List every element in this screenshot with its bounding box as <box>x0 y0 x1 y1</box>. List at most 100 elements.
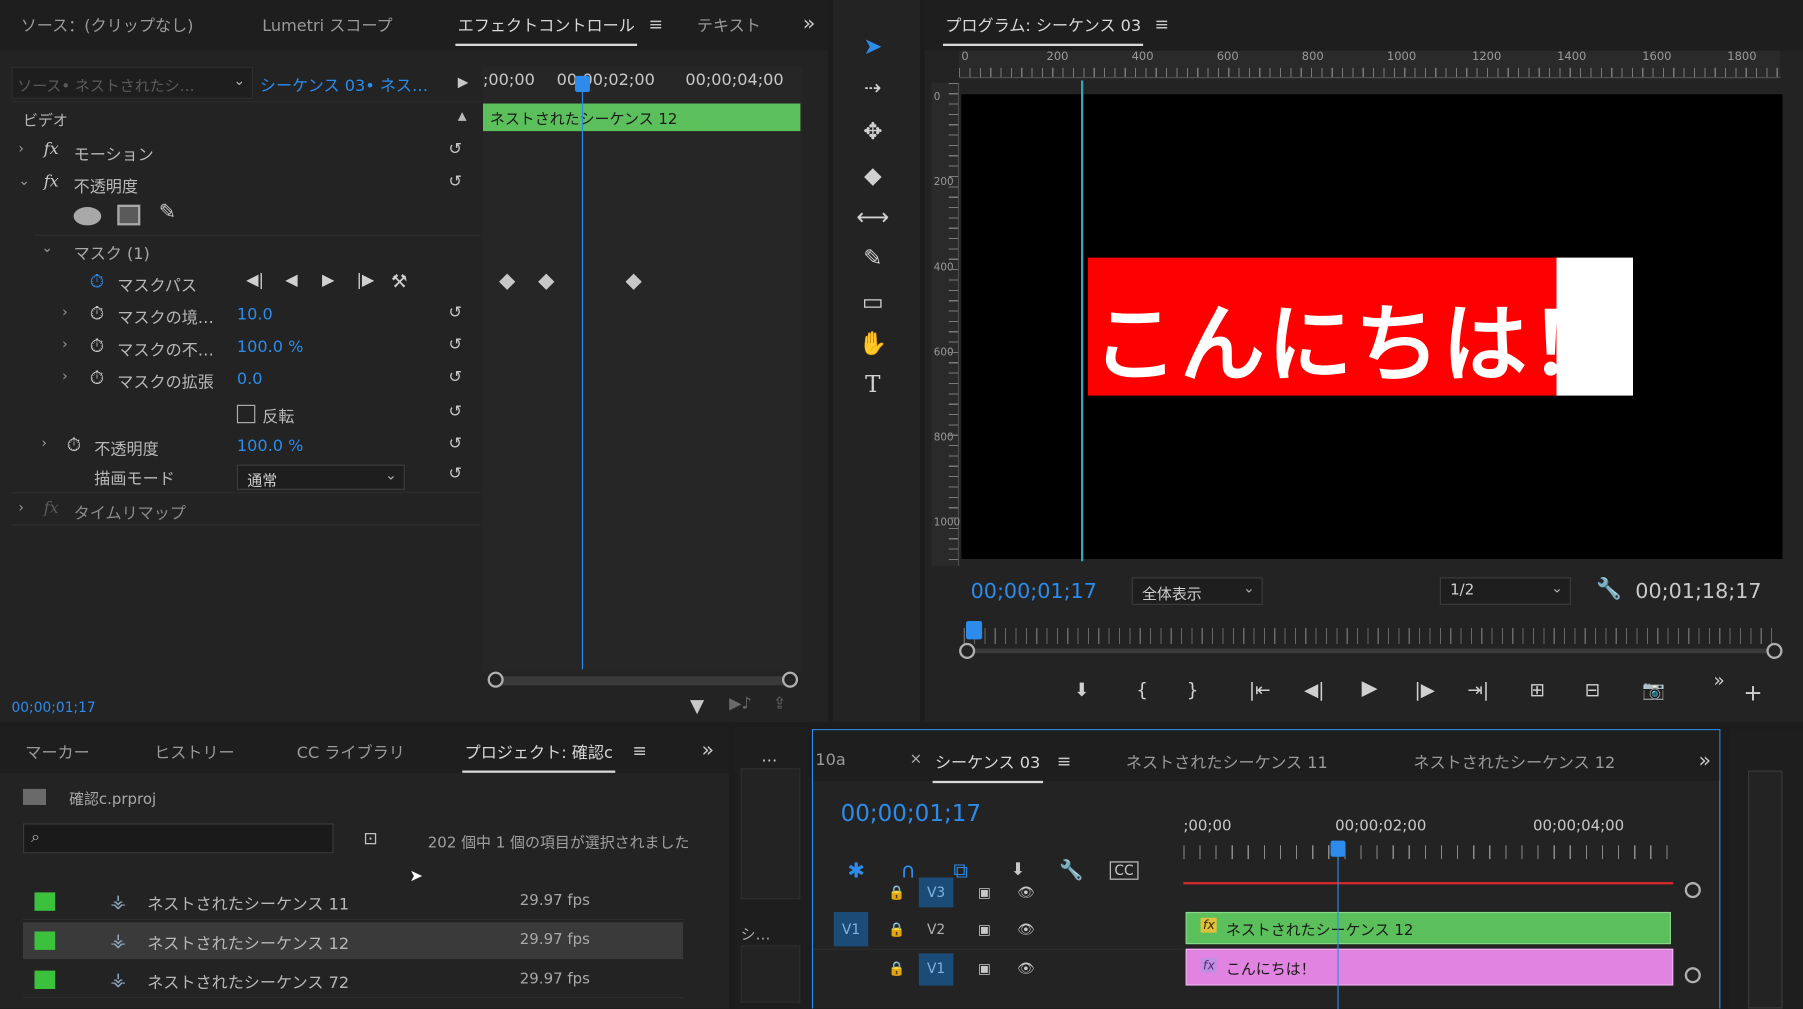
collapse-up-icon[interactable]: ▲ <box>458 110 467 123</box>
tab-nested-12[interactable]: ネストされたシーケンス 12 <box>1413 751 1615 774</box>
stopwatch-icon[interactable]: ⏱ <box>90 335 104 358</box>
program-title[interactable]: プログラム: シーケンス 03 <box>942 14 1144 46</box>
reset-icon[interactable]: ↺ <box>449 336 470 354</box>
stopwatch-icon[interactable]: ⏱ <box>67 434 81 457</box>
go-to-in-icon[interactable]: |⇤ <box>1249 679 1271 701</box>
chevron-down-icon[interactable]: ⌄ <box>41 239 53 255</box>
reset-icon[interactable]: ↺ <box>449 173 470 191</box>
zoom-handle-top[interactable] <box>1684 882 1701 899</box>
zoom-scrollbar[interactable] <box>959 642 1783 659</box>
timeline-playhead-handle[interactable] <box>1330 840 1346 857</box>
track-lock-icon[interactable]: 🔒 <box>880 877 915 907</box>
scrubber-playhead[interactable] <box>966 621 983 640</box>
effect-timeline-area[interactable]: ;00;00 00;00;02;00 00;00;04;00 ネストされたシーケ… <box>483 66 803 672</box>
mask-row[interactable]: ⌄ マスク (1) <box>12 237 481 269</box>
source-selector[interactable]: ソース• ネストされたシ… ⌄ <box>11 66 253 99</box>
mask-path-row[interactable]: ⏱ マスクパス ◀| ◀ ▶ |▶ ⚒ <box>12 269 481 301</box>
panel-menu-icon[interactable]: ≡ <box>633 741 647 762</box>
play-icon[interactable]: ▶ <box>1362 676 1378 700</box>
list-item[interactable]: ⚶ ネストされたシーケンス 12 29.97 fps <box>23 922 684 960</box>
hand-tool-icon[interactable]: ✋ <box>833 329 914 357</box>
stopwatch-icon[interactable]: ⏱ <box>90 270 104 293</box>
mask-expansion-row[interactable]: › ⏱ マスクの拡張 0.0 ↺ <box>12 366 481 398</box>
mask-feather-value[interactable]: 10.0 <box>237 306 273 324</box>
playhead-line[interactable] <box>581 80 584 670</box>
timeline-playhead-line[interactable] <box>1337 845 1339 1009</box>
step-forward-icon[interactable]: |▶ <box>1415 679 1435 701</box>
track-lock-icon[interactable]: 🔒 <box>880 914 915 944</box>
keyframe-marker[interactable] <box>538 273 555 290</box>
clip-nested-sequence-12[interactable]: fx ネストされたシーケンス 12 <box>1185 911 1671 945</box>
add-marker-icon[interactable]: ⬇ <box>1074 679 1089 701</box>
track-mask-wrench-icon[interactable]: ⚒ <box>391 270 407 292</box>
tab-lumetri-scope[interactable]: Lumetri スコープ <box>262 14 392 37</box>
panel-menu-icon[interactable]: ≡ <box>1155 14 1169 35</box>
reset-icon[interactable]: ↺ <box>449 304 470 322</box>
tab-cc-libraries[interactable]: CC ライブラリ <box>297 741 405 764</box>
label-color-swatch[interactable] <box>34 970 56 989</box>
chevron-right-icon[interactable]: › <box>18 140 24 156</box>
play-audio-icon[interactable]: ▶♪ <box>729 695 752 713</box>
captions-icon[interactable]: CC <box>1109 861 1139 880</box>
more-tabs-icon[interactable]: » <box>1699 749 1712 773</box>
track-target-v3[interactable]: V3 <box>918 877 954 908</box>
mark-in-icon[interactable]: { <box>1136 679 1148 701</box>
sync-lock-icon[interactable]: ▣ <box>967 953 1002 983</box>
go-to-out-icon[interactable]: ⇥| <box>1467 679 1489 701</box>
mask-opacity-row[interactable]: › ⏱ マスクの不… 100.0 % ↺ <box>12 334 481 366</box>
track-target-v1[interactable]: V1 <box>918 953 954 986</box>
close-icon[interactable]: × <box>910 751 923 768</box>
lift-icon[interactable]: ⊞ <box>1530 679 1545 701</box>
sync-lock-icon[interactable]: ▣ <box>967 914 1002 944</box>
track-select-tool-icon[interactable]: ⇢ <box>833 76 914 100</box>
export-icon[interactable]: ⇪ <box>773 695 786 713</box>
tab-markers[interactable]: マーカー <box>25 741 89 764</box>
reset-icon[interactable]: ↺ <box>449 368 470 386</box>
tab-history[interactable]: ヒストリー <box>154 741 235 764</box>
nested-clip-bar[interactable]: ネストされたシーケンス 12 <box>483 103 801 132</box>
track-backward-icon[interactable]: ◀| <box>246 271 264 289</box>
nest-icon[interactable]: ✱ <box>848 859 865 883</box>
tab-nested-11[interactable]: ネストされたシーケンス 11 <box>1126 751 1328 774</box>
keyframe-marker[interactable] <box>625 273 642 290</box>
filter-icon[interactable]: ▼ <box>690 695 704 717</box>
reset-icon[interactable]: ↺ <box>449 465 470 483</box>
title-graphic[interactable]: こんにちは！ <box>1087 257 1633 396</box>
rectangle-tool-icon[interactable]: ▭ <box>833 288 914 316</box>
panel-menu-icon[interactable]: ≡ <box>649 14 663 35</box>
wrench-icon[interactable]: 🔧 <box>1059 859 1083 882</box>
panel-overflow-icon[interactable]: … <box>761 748 777 766</box>
invert-row[interactable]: 反転 ↺ <box>12 400 481 432</box>
invert-checkbox[interactable] <box>236 404 256 424</box>
mark-out-icon[interactable]: } <box>1187 679 1199 701</box>
timeline-ruler[interactable] <box>1183 845 1674 860</box>
track-eye-icon[interactable]: 👁 <box>1009 953 1043 983</box>
tab-project[interactable]: プロジェクト: 確認c <box>462 741 615 773</box>
panel-menu-icon[interactable]: ≡ <box>1057 751 1071 772</box>
program-video-frame[interactable]: こんにちは！ <box>961 80 1783 562</box>
mask-opacity-value[interactable]: 100.0 % <box>237 338 304 356</box>
ellipse-mask-icon[interactable] <box>73 207 102 226</box>
button-editor-plus-icon[interactable]: + <box>1743 679 1762 707</box>
new-search-bin-icon[interactable]: ⊡ <box>363 828 377 849</box>
track-eye-icon[interactable]: 👁 <box>1009 914 1043 944</box>
slip-tool-icon[interactable]: ⟷ <box>833 202 914 230</box>
type-tool-icon[interactable]: T <box>833 370 914 398</box>
tab-text[interactable]: テキスト <box>697 14 761 37</box>
rectangle-mask-icon[interactable] <box>117 204 141 226</box>
reset-icon[interactable]: ↺ <box>449 140 470 158</box>
razor-tool-icon[interactable]: ◆ <box>833 161 914 189</box>
fit-dropdown[interactable]: 全体表示 ⌄ <box>1131 577 1263 605</box>
timeline-timecode[interactable]: 00;00;01;17 <box>841 799 981 827</box>
clip-title-konnichiwa[interactable]: fx こんにちは！ <box>1185 948 1674 986</box>
settings-wrench-icon[interactable]: 🔧 <box>1596 577 1622 601</box>
reset-icon[interactable]: ↺ <box>449 403 470 421</box>
reset-icon[interactable]: ↺ <box>449 435 470 453</box>
chevron-right-icon[interactable]: › <box>41 435 47 451</box>
tab-source[interactable]: ソース：(クリップなし) <box>21 14 194 37</box>
guide-line[interactable] <box>1081 80 1084 562</box>
program-scrubber[interactable] <box>963 627 1778 644</box>
program-timecode[interactable]: 00;00;01;17 <box>971 580 1097 604</box>
sequence-link[interactable]: シーケンス 03• ネス… <box>260 74 428 97</box>
opacity-value[interactable]: 100.0 % <box>237 437 304 455</box>
